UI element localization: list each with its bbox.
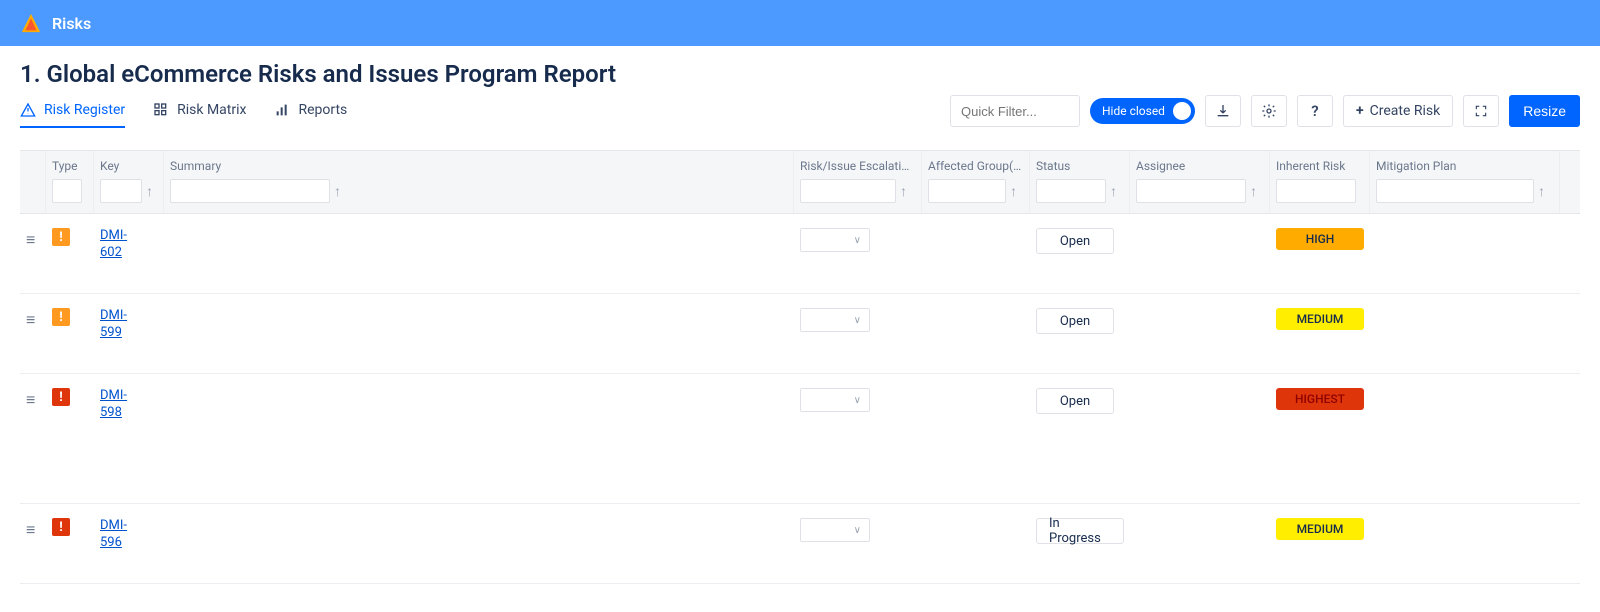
risk-type-icon: ! [52,228,70,246]
filter-inherent[interactable] [1276,179,1356,203]
filter-groups[interactable] [928,179,1006,203]
drag-handle-icon[interactable]: ≡ [26,308,35,330]
col-mitigation: Mitigation Plan [1376,159,1553,173]
table-row: ≡ ! DMI-599 ∨ Open MEDIUM [20,294,1580,374]
table-row: ≡ ! DMI-598 ∨ Open HIGHEST [20,374,1580,504]
table-row: ≡ ! DMI-602 ∨ Open HIGH [20,214,1580,294]
bar-chart-icon [274,102,290,118]
tab-label: Risk Register [44,102,125,118]
table-row: ≡ ! DMI-596 ∨ In Progress MEDIUM [20,504,1580,584]
app-banner: Risks [0,0,1600,46]
col-inherent: Inherent Risk [1276,159,1363,173]
expand-icon [1474,104,1488,118]
hide-closed-toggle[interactable]: Hide closed [1090,98,1195,124]
filter-status[interactable] [1036,179,1106,203]
tab-reports[interactable]: Reports [274,94,347,128]
col-escalation: Risk/Issue Escalation Lev [800,159,915,173]
risk-type-icon: ! [52,388,70,406]
issue-key-link[interactable]: DMI-599 [100,308,127,342]
filter-mitigation[interactable] [1376,179,1534,203]
plus-icon: + [1356,103,1364,119]
col-assignee: Assignee [1136,159,1263,173]
create-risk-button[interactable]: + Create Risk [1343,95,1453,127]
toggle-knob [1173,102,1191,120]
inherent-risk-badge: MEDIUM [1276,518,1364,540]
escalation-select[interactable]: ∨ [800,518,870,542]
warning-triangle-icon [20,102,36,118]
inherent-risk-badge: HIGHEST [1276,388,1364,410]
risk-type-icon: ! [52,308,70,326]
fullscreen-button[interactable] [1463,95,1499,127]
drag-handle-icon[interactable]: ≡ [26,388,35,410]
sort-arrow-icon[interactable]: ↑ [334,183,341,200]
filter-key[interactable] [100,179,142,203]
sort-arrow-icon[interactable]: ↑ [146,183,153,200]
filter-assignee[interactable] [1136,179,1246,203]
page-title: 1. Global eCommerce Risks and Issues Pro… [20,60,1580,88]
col-status: Status [1036,159,1123,173]
risk-type-icon: ! [52,518,70,536]
col-groups: Affected Group(s) [928,159,1023,173]
status-value[interactable]: Open [1036,388,1114,414]
sort-arrow-icon[interactable]: ↑ [1538,183,1545,200]
status-value[interactable]: In Progress [1036,518,1124,544]
drag-handle-icon[interactable]: ≡ [26,228,35,250]
inherent-risk-badge: HIGH [1276,228,1364,250]
col-summary: Summary [170,159,787,173]
grid-header: Type Key ↑ Summary ↑ Risk/Issue Escalation… [20,151,1580,214]
filter-escalation[interactable] [800,179,896,203]
status-value[interactable]: Open [1036,228,1114,254]
issue-key-link[interactable]: DMI-596 [100,518,127,552]
escalation-select[interactable]: ∨ [800,228,870,252]
grid-icon [153,102,169,118]
drag-handle-icon[interactable]: ≡ [26,518,35,540]
col-key: Key [100,159,157,173]
tab-label: Reports [298,102,347,118]
create-label: Create Risk [1370,103,1441,119]
escalation-select[interactable]: ∨ [800,388,870,412]
sort-arrow-icon[interactable]: ↑ [1110,183,1117,200]
download-icon [1215,103,1231,119]
settings-button[interactable] [1251,95,1287,127]
escalation-select[interactable]: ∨ [800,308,870,332]
issue-key-link[interactable]: DMI-602 [100,228,127,262]
help-button[interactable]: ? [1297,95,1333,127]
risks-app-icon [20,12,42,34]
tab-bar: Risk Register Risk Matrix Reports [20,94,942,128]
toggle-label: Hide closed [1102,104,1165,118]
sort-arrow-icon[interactable]: ↑ [1250,183,1257,200]
sort-arrow-icon[interactable]: ↑ [1010,183,1017,200]
inherent-risk-badge: MEDIUM [1276,308,1364,330]
tab-label: Risk Matrix [177,102,246,118]
tab-risk-register[interactable]: Risk Register [20,94,125,128]
issue-key-link[interactable]: DMI-598 [100,388,127,422]
sort-arrow-icon[interactable]: ↑ [900,183,907,200]
resize-button[interactable]: Resize [1509,95,1580,127]
export-button[interactable] [1205,95,1241,127]
filter-type[interactable] [52,179,82,203]
status-value[interactable]: Open [1036,308,1114,334]
app-name: Risks [52,14,91,33]
filter-summary[interactable] [170,179,330,203]
tab-risk-matrix[interactable]: Risk Matrix [153,94,246,128]
quick-filter-input[interactable] [950,95,1080,127]
risk-grid: Type Key ↑ Summary ↑ Risk/Issue Escalation… [20,150,1580,584]
gear-icon [1261,103,1277,119]
question-icon: ? [1311,102,1318,120]
col-type: Type [52,159,87,173]
